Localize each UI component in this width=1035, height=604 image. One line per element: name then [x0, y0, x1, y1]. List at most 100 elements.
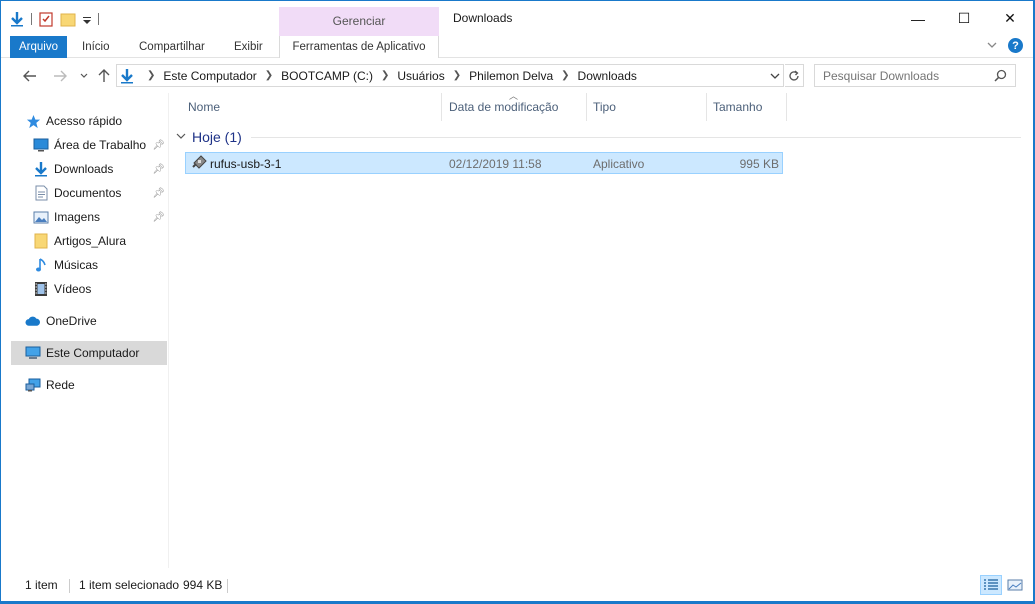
forward-button[interactable]: [51, 67, 69, 85]
refresh-button[interactable]: [785, 64, 804, 87]
sidebar-item-rede[interactable]: Rede: [25, 373, 167, 397]
search-icon[interactable]: [994, 69, 1007, 85]
ribbon-tabs: Arquivo Início Compartilhar Exibir Ferra…: [1, 36, 1033, 58]
recent-locations-button[interactable]: [75, 67, 93, 85]
tab-inicio[interactable]: Início: [73, 36, 119, 58]
column-header-tamanho[interactable]: Tamanho: [707, 93, 787, 121]
breadcrumb-chevron-icon[interactable]: ❯: [561, 70, 569, 81]
download-icon: [33, 161, 49, 177]
status-separator: [69, 579, 70, 593]
file-size: 995 KB: [739, 157, 779, 171]
up-arrow-icon: [98, 69, 110, 82]
sidebar-item-area-de-trabalho[interactable]: Área de Trabalho 📌︎: [33, 133, 167, 157]
maximize-button[interactable]: ☐: [941, 1, 987, 36]
context-tab-gerenciar[interactable]: Gerenciar: [279, 7, 439, 36]
pin-icon[interactable]: 📌︎: [152, 212, 165, 223]
crumb-este-computador[interactable]: Este Computador: [163, 69, 256, 83]
navigation-pane: Acesso rápido Área de Trabalho 📌︎ Downlo…: [1, 93, 169, 568]
tab-ferramentas-de-aplicativo[interactable]: Ferramentas de Aplicativo: [279, 36, 439, 58]
sidebar-item-label: Área de Trabalho: [54, 138, 147, 152]
crumb-usuarios[interactable]: Usuários: [397, 69, 444, 83]
pin-icon[interactable]: 📌︎: [152, 188, 165, 199]
tab-arquivo[interactable]: Arquivo: [10, 36, 67, 58]
customize-qat-icon[interactable]: [82, 11, 92, 27]
sort-caret-icon: ︿: [509, 91, 519, 101]
sidebar-item-label: Vídeos: [54, 282, 92, 296]
desktop-icon: [33, 137, 49, 153]
new-folder-icon[interactable]: [60, 11, 76, 27]
sidebar-item-onedrive[interactable]: OneDrive: [25, 309, 167, 333]
status-item-count: 1 item: [25, 578, 58, 592]
close-button[interactable]: ✕: [987, 1, 1033, 36]
help-icon[interactable]: ?: [1008, 38, 1023, 53]
sidebar-item-label: OneDrive: [46, 314, 97, 328]
sidebar-item-acesso-rapido[interactable]: Acesso rápido: [25, 109, 167, 133]
group-divider: [251, 137, 1021, 138]
sidebar-item-videos[interactable]: Vídeos: [33, 277, 167, 301]
column-header-nome[interactable]: Nome: [182, 93, 442, 121]
column-header-tipo[interactable]: Tipo: [587, 93, 707, 121]
music-icon: [33, 257, 49, 273]
group-header-hoje[interactable]: Hoje (1): [176, 129, 242, 145]
minimize-button[interactable]: —: [895, 1, 941, 36]
address-bar[interactable]: ❯ Este Computador ❯ BOOTCAMP (C:) ❯ Usuá…: [116, 64, 784, 87]
file-modified: 02/12/2019 11:58: [449, 157, 542, 171]
address-history-dropdown[interactable]: [767, 65, 783, 86]
table-row[interactable]: rufus-usb-3-1 02/12/2019 11:58 Aplicativ…: [185, 152, 783, 174]
sidebar-item-imagens[interactable]: Imagens 📌︎: [33, 205, 167, 229]
breadcrumb-chevron-icon[interactable]: ❯: [265, 70, 273, 81]
expand-ribbon-icon[interactable]: [986, 39, 998, 53]
crumb-user[interactable]: Philemon Delva: [469, 69, 553, 83]
tab-exibir[interactable]: Exibir: [225, 36, 272, 58]
breadcrumb-chevron-icon[interactable]: ❯: [381, 70, 389, 81]
details-view-icon: [984, 579, 998, 590]
status-selection-size: 994 KB: [183, 578, 223, 592]
download-arrow-icon[interactable]: [9, 11, 25, 27]
back-arrow-icon: [23, 70, 36, 82]
ribbon-right-controls: ?: [986, 38, 1023, 53]
pin-icon[interactable]: 📌︎: [152, 164, 165, 175]
crumb-downloads[interactable]: Downloads: [578, 69, 637, 83]
tab-compartilhar[interactable]: Compartilhar: [130, 36, 214, 58]
sidebar-item-label: Acesso rápido: [46, 114, 123, 128]
back-button[interactable]: [21, 67, 39, 85]
refresh-icon: [789, 69, 799, 81]
sidebar-item-downloads[interactable]: Downloads 📌︎: [33, 157, 167, 181]
sidebar-item-artigos-alura[interactable]: Artigos_Alura: [33, 229, 167, 253]
folder-icon: [33, 233, 49, 249]
chevron-down-icon[interactable]: [176, 132, 186, 143]
document-icon: [33, 185, 49, 201]
navigation-bar: ❯ Este Computador ❯ BOOTCAMP (C:) ❯ Usuá…: [1, 59, 1033, 93]
search-input[interactable]: [823, 68, 993, 83]
breadcrumb-chevron-icon[interactable]: ❯: [147, 70, 155, 81]
sidebar-item-label: Músicas: [54, 258, 99, 272]
sidebar-item-documentos[interactable]: Documentos 📌︎: [33, 181, 167, 205]
sidebar-item-label: Este Computador: [46, 346, 140, 360]
forward-arrow-icon: [54, 70, 67, 82]
status-separator: [227, 579, 228, 593]
sidebar-item-label: Imagens: [54, 210, 101, 224]
explorer-window: Gerenciar Downloads — ☐ ✕ Arquivo Início…: [0, 0, 1035, 604]
sidebar-item-este-computador[interactable]: Este Computador: [11, 341, 167, 365]
sidebar-item-label: Downloads: [54, 162, 114, 176]
breadcrumb-chevron-icon[interactable]: ❯: [453, 70, 461, 81]
qat-separator-end: [98, 13, 99, 25]
sidebar-item-musicas[interactable]: Músicas: [33, 253, 167, 277]
crumb-bootcamp[interactable]: BOOTCAMP (C:): [281, 69, 373, 83]
computer-icon: [25, 345, 41, 361]
details-view-button[interactable]: [980, 575, 1002, 595]
file-name[interactable]: rufus-usb-3-1: [210, 155, 281, 173]
title-bar: Gerenciar Downloads — ☐ ✕: [1, 1, 1033, 36]
video-icon: [33, 281, 49, 297]
large-icons-view-icon: [1007, 579, 1023, 591]
status-bar: 1 item 1 item selecionado 994 KB: [1, 571, 1033, 601]
sidebar-item-label: Documentos: [54, 186, 122, 200]
pin-icon[interactable]: 📌︎: [152, 140, 165, 151]
search-box[interactable]: [814, 64, 1016, 87]
window-controls: — ☐ ✕: [895, 1, 1033, 36]
chevron-down-icon: [770, 73, 780, 79]
large-icons-view-button[interactable]: [1004, 575, 1026, 595]
group-label: Hoje (1): [192, 129, 242, 145]
up-button[interactable]: [95, 67, 113, 85]
properties-icon[interactable]: [38, 11, 54, 27]
